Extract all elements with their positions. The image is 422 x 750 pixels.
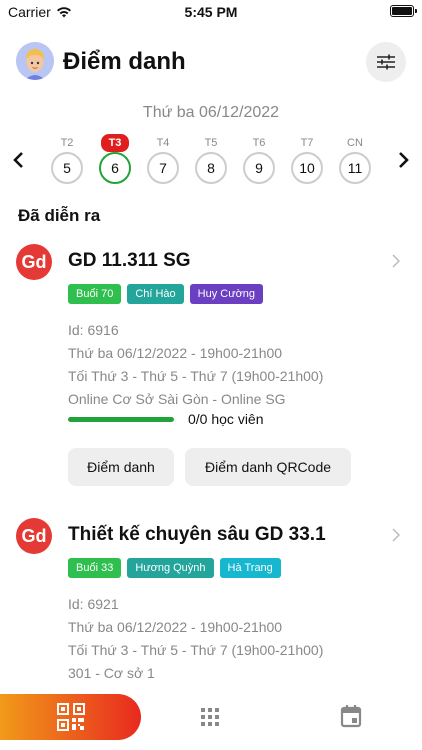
day-wed[interactable]: T4 7 bbox=[147, 134, 179, 184]
chevron-right-icon[interactable] bbox=[392, 528, 400, 542]
next-week-button[interactable] bbox=[394, 148, 414, 172]
section-title: Đã diễn ra bbox=[18, 206, 101, 225]
filter-button[interactable] bbox=[366, 42, 406, 82]
tab-qr-scan[interactable] bbox=[0, 694, 141, 740]
day-number: 8 bbox=[195, 152, 227, 184]
day-number: 6 bbox=[99, 152, 131, 184]
assistant-tag: Hà Trang bbox=[219, 558, 281, 578]
day-tue[interactable]: T3 6 bbox=[99, 134, 131, 184]
day-name: T5 bbox=[204, 137, 218, 149]
attendance-progress bbox=[68, 417, 174, 422]
chevron-right-icon bbox=[399, 152, 409, 168]
day-name: T3 bbox=[101, 134, 129, 152]
chevron-right-icon[interactable] bbox=[392, 254, 400, 268]
header: Điểm danh bbox=[16, 40, 406, 84]
day-number: 10 bbox=[291, 152, 323, 184]
class-location: Online Cơ Sở Sài Gòn - Online SG bbox=[68, 391, 286, 407]
bottom-tab-bar bbox=[0, 694, 422, 750]
assistant-tag: Huy Cường bbox=[189, 284, 264, 304]
day-sun[interactable]: CN 11 bbox=[339, 134, 371, 184]
day-name: T2 bbox=[60, 137, 74, 149]
avatar[interactable] bbox=[16, 42, 54, 80]
grid-icon[interactable] bbox=[200, 707, 220, 727]
class-name: Thiết kế chuyên sâu GD 33.1 bbox=[68, 524, 326, 545]
chevron-left-icon bbox=[13, 152, 23, 168]
selected-date: Thứ ba 06/12/2022 bbox=[142, 104, 280, 121]
attendance-button[interactable]: Điểm danh bbox=[68, 448, 174, 486]
session-tag: Buổi 70 bbox=[68, 284, 122, 304]
prev-week-button[interactable] bbox=[8, 148, 28, 172]
day-name: T4 bbox=[156, 137, 170, 149]
class-schedule: Tối Thứ 3 - Thứ 5 - Thứ 7 (19h00-21h00) bbox=[68, 642, 324, 658]
clock: 5:45 PM bbox=[184, 4, 238, 20]
class-logo: Gd bbox=[16, 244, 52, 280]
day-number: 7 bbox=[147, 152, 179, 184]
day-mon[interactable]: T2 5 bbox=[51, 134, 83, 184]
day-name: T7 bbox=[300, 137, 314, 149]
class-date: Thứ ba 06/12/2022 - 19h00-21h00 bbox=[68, 345, 283, 361]
day-number: 9 bbox=[243, 152, 275, 184]
qr-attendance-button[interactable]: Điểm danh QRCode bbox=[185, 448, 351, 486]
day-name: T6 bbox=[252, 137, 266, 149]
class-id: Id: 6921 bbox=[68, 596, 119, 612]
avatar-image bbox=[16, 42, 54, 80]
day-name: CN bbox=[347, 137, 363, 149]
battery-icon bbox=[390, 5, 417, 17]
class-schedule: Tối Thứ 3 - Thứ 5 - Thứ 7 (19h00-21h00) bbox=[68, 368, 324, 384]
class-card[interactable]: Gd GD 11.311 SG Buổi 70 Chí Hào Huy Cườn… bbox=[16, 244, 406, 494]
teacher-tag: Hương Quỳnh bbox=[127, 558, 214, 578]
tag-list: Buổi 33 Hương Quỳnh Hà Trang bbox=[68, 558, 281, 578]
status-bar: Carrier 5:45 PM bbox=[0, 0, 422, 24]
class-card[interactable]: Gd Thiết kế chuyên sâu GD 33.1 Buổi 33 H… bbox=[16, 518, 406, 681]
day-sat[interactable]: T7 10 bbox=[291, 134, 323, 184]
day-fri[interactable]: T6 9 bbox=[243, 134, 275, 184]
student-count: 0/0 học viên bbox=[188, 411, 264, 427]
day-thu[interactable]: T5 8 bbox=[195, 134, 227, 184]
class-id: Id: 6916 bbox=[68, 322, 119, 338]
tag-list: Buổi 70 Chí Hào Huy Cường bbox=[68, 284, 264, 304]
class-date: Thứ ba 06/12/2022 - 19h00-21h00 bbox=[68, 619, 283, 635]
session-tag: Buổi 33 bbox=[68, 558, 122, 578]
calendar-icon[interactable] bbox=[340, 704, 362, 728]
day-number: 5 bbox=[51, 152, 83, 184]
sliders-icon bbox=[377, 54, 395, 70]
page-title: Điểm danh bbox=[63, 48, 186, 75]
week-selector: T2 5 T3 6 T4 7 T5 8 T6 9 T7 10 CN 11 bbox=[0, 134, 422, 190]
teacher-tag: Chí Hào bbox=[127, 284, 184, 304]
class-logo: Gd bbox=[16, 518, 52, 554]
class-name: GD 11.311 SG bbox=[68, 250, 191, 271]
class-location: 301 - Cơ sở 1 bbox=[68, 665, 155, 681]
day-number: 11 bbox=[339, 152, 371, 184]
qr-code-icon bbox=[56, 703, 85, 731]
